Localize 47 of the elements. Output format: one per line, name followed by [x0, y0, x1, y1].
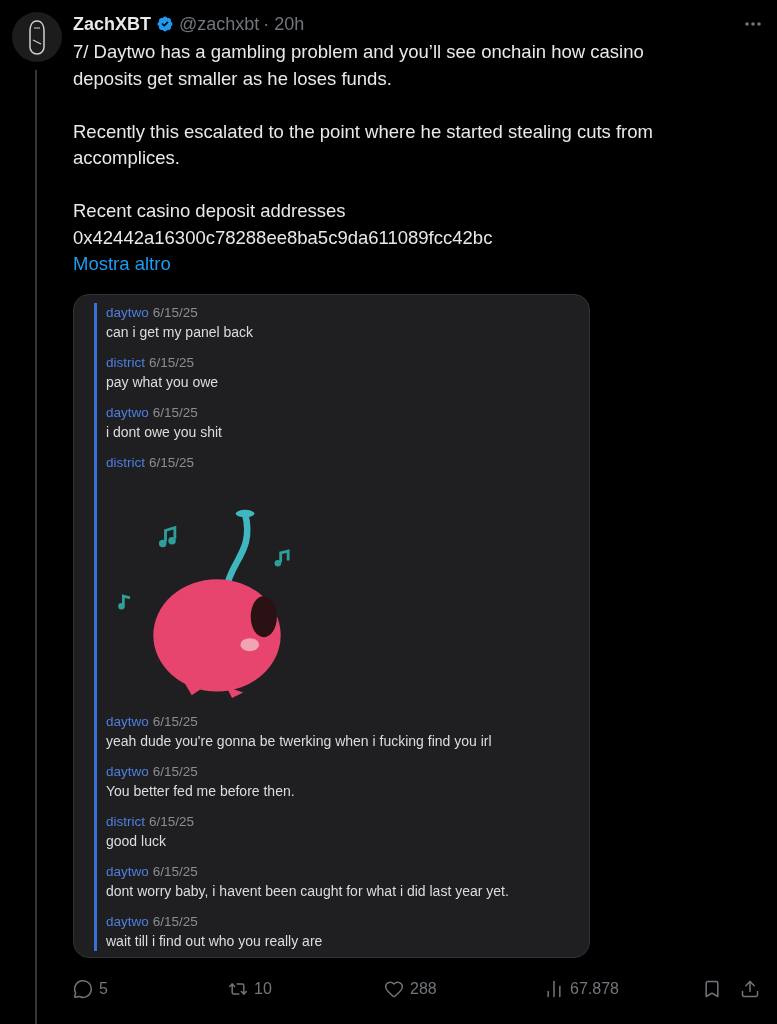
- message-author: daytwo: [106, 762, 149, 781]
- message-text: yeah dude you're gonna be twerking when i fucking find you irl: [106, 731, 493, 751]
- message-author: district: [106, 453, 145, 472]
- message-text: wait till i find out who you really are: [106, 931, 324, 951]
- message-author: daytwo: [106, 712, 149, 731]
- message-date: 6/15/25: [149, 453, 195, 472]
- message-author: district: [106, 812, 145, 831]
- message-author: district: [106, 353, 145, 372]
- author-handle: @zachxbt: [179, 13, 260, 35]
- more-button[interactable]: [745, 22, 761, 26]
- message-author: daytwo: [106, 862, 149, 881]
- reply-button[interactable]: 5: [73, 978, 228, 999]
- more-icon: [745, 22, 761, 26]
- tweet-paragraph: Recently this escalated to the point where he started stealing cuts from accomplices.: [73, 119, 654, 170]
- avatar-icon[interactable]: [11, 12, 62, 62]
- views-icon: [544, 978, 564, 999]
- show-more-link[interactable]: Mostra altro: [73, 251, 171, 278]
- message-text: dont worry baby, i havent been caught for what i did last year yet.: [106, 881, 510, 901]
- share-button[interactable]: [740, 978, 760, 999]
- tweet-paragraph: Recent casino deposit addresses 0x42442a16300c78288ee8ba5c9da611089fcc42bc: [73, 199, 494, 250]
- message-author: daytwo: [106, 403, 149, 422]
- message-date: 6/15/25: [152, 912, 198, 931]
- reply-icon: [73, 978, 93, 999]
- message-date: 6/15/25: [152, 862, 198, 881]
- bookmark-button[interactable]: [702, 978, 722, 999]
- message-date: 6/15/25: [152, 303, 198, 322]
- message-date: 6/15/25: [152, 762, 198, 781]
- author-name[interactable]: ZachXBT: [73, 13, 151, 35]
- like-button[interactable]: 288: [384, 978, 544, 999]
- bookmark-icon: [702, 978, 722, 999]
- message-date: 6/15/25: [152, 712, 198, 731]
- message-text: good luck: [106, 831, 167, 851]
- message-date: 6/15/25: [152, 403, 198, 422]
- repost-button[interactable]: 10: [228, 978, 384, 999]
- message-date: 6/15/25: [149, 353, 195, 372]
- views-button[interactable]: 67.878: [544, 978, 684, 999]
- heart-icon: [384, 978, 404, 999]
- message-text: i dont owe you shit: [106, 422, 223, 442]
- message-author: daytwo: [106, 912, 149, 931]
- message-date: 6/15/25: [149, 812, 195, 831]
- message-text: pay what you owe: [106, 372, 220, 392]
- message-text: You better fed me before then.: [106, 781, 296, 801]
- share-icon: [740, 978, 760, 999]
- message-text: can i get my panel back: [106, 322, 255, 342]
- tweet-paragraph: 7/ Daytwo has a gambling problem and you’ll see onchain how casino deposits get smaller as he loses funds.: [73, 40, 645, 91]
- message-author: daytwo: [106, 303, 149, 322]
- post-time: · 20h: [263, 13, 305, 35]
